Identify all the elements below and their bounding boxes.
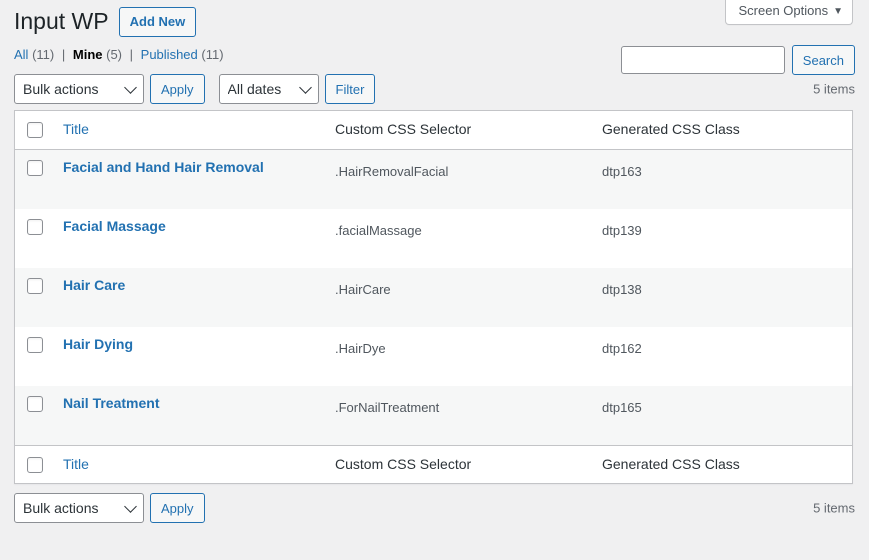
view-filter-mine: Mine (5) |: [73, 42, 137, 68]
posts-list-table: Title Custom CSS Selector Generated CSS …: [14, 110, 853, 485]
page-title: Input WP: [14, 7, 109, 34]
view-link-mine[interactable]: Mine: [73, 47, 103, 62]
table-foot: Title Custom CSS Selector Generated CSS …: [15, 444, 852, 484]
select-all-footer-cell: [15, 444, 53, 484]
row-select-checkbox[interactable]: [27, 336, 43, 353]
view-separator: |: [129, 47, 134, 62]
row-class-cell: dtp138: [602, 281, 642, 297]
view-link-all[interactable]: All: [14, 47, 28, 62]
dates-select-wrap: All dates: [218, 74, 319, 104]
row-selector-cell: .HairDye: [335, 340, 386, 356]
row-class-cell: dtp163: [602, 163, 642, 179]
bulk-actions-select-wrap-bottom: Bulk actions: [14, 493, 144, 524]
apply-button-top[interactable]: Apply: [150, 74, 205, 104]
row-title-cell: Hair Dying: [53, 327, 325, 386]
view-count-mine: (5): [106, 47, 123, 62]
table-head: Title Custom CSS Selector Generated CSS …: [15, 111, 852, 150]
row-title-link[interactable]: Facial and Hand Hair Removal: [63, 159, 264, 175]
view-filter-published: Published (11): [141, 42, 224, 68]
view-separator: |: [61, 47, 66, 62]
table-row: Hair Care .HairCare dtp138: [15, 267, 852, 327]
column-header-class: Generated CSS Class: [592, 111, 852, 150]
bulk-actions-select-bottom[interactable]: Bulk actions: [14, 493, 144, 524]
search-button[interactable]: Search: [791, 45, 855, 75]
row-title-cell: Facial and Hand Hair Removal: [53, 150, 325, 209]
table-row: Facial Massage .facialMassage dtp139: [15, 208, 852, 268]
row-selector-cell: .HairRemovalFacial: [335, 163, 449, 179]
row-select-checkbox[interactable]: [27, 395, 43, 412]
column-header-title: Title: [53, 111, 325, 150]
bulk-actions-select-top[interactable]: Bulk actions: [14, 74, 144, 104]
column-footer-class: Generated CSS Class: [592, 444, 852, 484]
displaying-num-bottom: 5 items: [813, 500, 855, 516]
row-selector-cell: .HairCare: [335, 281, 391, 297]
row-select-checkbox[interactable]: [27, 218, 43, 235]
table-header-row: Title Custom CSS Selector Generated CSS …: [15, 111, 852, 150]
row-title-cell: Facial Massage: [53, 209, 325, 268]
row-checkbox-cell: [15, 268, 53, 327]
sort-link-title-bottom[interactable]: Title: [63, 456, 89, 472]
table-body: Facial and Hand Hair Removal .HairRemova…: [15, 149, 852, 445]
search-box: Search: [620, 45, 855, 75]
column-footer-selector: Custom CSS Selector: [325, 444, 592, 484]
row-title-cell: Hair Care: [53, 268, 325, 327]
row-selector-cell: .ForNailTreatment: [335, 399, 440, 415]
row-class-cell: dtp139: [602, 222, 642, 238]
row-checkbox-cell: [15, 327, 53, 386]
tablenav-top: Bulk actions Apply All dates Filter 5 it…: [14, 74, 855, 104]
select-all-checkbox-bottom[interactable]: [27, 456, 43, 473]
row-title-link[interactable]: Nail Treatment: [63, 395, 159, 411]
row-class-cell: dtp165: [602, 399, 642, 415]
displaying-num-top: 5 items: [813, 81, 855, 97]
page-header: Input WP Add New: [14, 0, 855, 37]
view-filter-all: All (11) |: [14, 42, 69, 68]
column-footer-title: Title: [53, 444, 325, 484]
row-select-checkbox[interactable]: [27, 277, 43, 294]
row-class-cell: dtp162: [602, 340, 642, 356]
row-selector-cell: .facialMassage: [335, 222, 422, 238]
select-all-header-cell: [15, 111, 53, 150]
row-title-link[interactable]: Hair Care: [63, 277, 125, 293]
row-title-link[interactable]: Facial Massage: [63, 218, 166, 234]
table-row: Nail Treatment .ForNailTreatment dtp165: [15, 385, 852, 445]
row-title-cell: Nail Treatment: [53, 386, 325, 445]
row-title-link[interactable]: Hair Dying: [63, 336, 133, 352]
view-count-published: (11): [201, 47, 224, 62]
select-all-checkbox-top[interactable]: [27, 122, 43, 139]
view-count-all: (11): [32, 47, 55, 62]
sort-link-title-top[interactable]: Title: [63, 121, 89, 137]
row-select-checkbox[interactable]: [27, 159, 43, 176]
bulk-actions-select-wrap-top: Bulk actions: [14, 74, 144, 104]
row-checkbox-cell: [15, 150, 53, 209]
column-header-selector: Custom CSS Selector: [325, 111, 592, 150]
add-new-button[interactable]: Add New: [118, 6, 197, 37]
view-link-published[interactable]: Published: [141, 47, 198, 62]
search-input[interactable]: [620, 46, 785, 74]
table-row: Facial and Hand Hair Removal .HairRemova…: [15, 149, 852, 209]
row-checkbox-cell: [15, 209, 53, 268]
page-wrap: Input WP Add New Search All (11) | Mine …: [14, 0, 855, 524]
apply-button-bottom[interactable]: Apply: [150, 493, 205, 524]
tablenav-bottom: Bulk actions Apply 5 items: [14, 493, 855, 524]
row-checkbox-cell: [15, 386, 53, 445]
dates-filter-select[interactable]: All dates: [218, 74, 319, 104]
table-footer-row: Title Custom CSS Selector Generated CSS …: [15, 444, 852, 484]
filter-button[interactable]: Filter: [324, 74, 376, 104]
table-row: Hair Dying .HairDye dtp162: [15, 326, 852, 386]
